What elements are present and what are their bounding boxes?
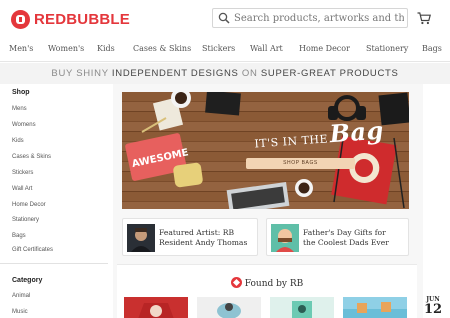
sidebar-item-womens[interactable]: Womens <box>12 122 36 128</box>
nav-item-womens[interactable]: Women's <box>48 44 84 53</box>
fathers-day-card[interactable]: Father's Day Gifts for the Coolest Dads … <box>266 218 409 256</box>
sidebar-divider <box>0 263 108 264</box>
sidebar-item-mens[interactable]: Mens <box>12 106 27 112</box>
sidebar-item-cases-skins[interactable]: Cases & Skins <box>12 154 51 160</box>
sidebar-item-wall-art[interactable]: Wall Art <box>12 186 32 192</box>
fathers-day-line1: Father's Day Gifts for <box>303 228 386 237</box>
tagline-part-2: INDEPENDENT DESIGNS <box>111 68 239 79</box>
date-badge: JUN 12 <box>423 296 443 316</box>
redbubble-heart-icon <box>230 277 242 288</box>
cart-icon[interactable] <box>417 12 431 25</box>
fathers-day-illustration <box>271 224 299 252</box>
site-header: REDBUBBLE <box>0 0 450 38</box>
search-icon[interactable] <box>218 12 230 24</box>
product-thumb-3-image <box>270 297 334 318</box>
product-thumb-4-image <box>343 297 407 318</box>
found-by-rb-section: Found by RB <box>117 264 417 318</box>
nav-item-stationery[interactable]: Stationery <box>366 44 408 53</box>
hero-title-small: IT'S IN THE <box>254 132 329 151</box>
hero-title-big: Bag <box>328 115 385 149</box>
sidebar-item-animal[interactable]: Animal <box>12 293 30 299</box>
category-nav: Men's Women's Kids Cases & Skins Sticker… <box>0 38 450 62</box>
hero-banner[interactable]: AWESOME IT'S IN THEBag SHOP BAGS <box>122 92 409 209</box>
sidebar-heading-shop: Shop <box>12 89 30 96</box>
fathers-day-text: Father's Day Gifts for the Coolest Dads … <box>303 228 389 247</box>
sidebar-item-home-decor[interactable]: Home Decor <box>12 202 46 208</box>
found-by-rb-title: Found by RB <box>117 277 417 289</box>
product-thumb-2-image <box>197 297 261 318</box>
artist-portrait <box>127 224 155 252</box>
featured-artist-card[interactable]: Featured Artist: RB Resident Andy Thomas <box>122 218 258 256</box>
redbubble-logo[interactable]: REDBUBBLE <box>11 10 130 29</box>
search-box[interactable] <box>212 8 408 28</box>
product-thumb-1-image <box>124 297 188 318</box>
nav-item-mens[interactable]: Men's <box>9 44 33 53</box>
sidebar-item-stationery[interactable]: Stationery <box>12 217 39 223</box>
tagline-banner: BUY SHINY INDEPENDENT DESIGNS ON SUPER-G… <box>0 63 450 84</box>
sidebar-heading-category: Category <box>12 277 43 284</box>
sidebar-item-kids[interactable]: Kids <box>12 138 24 144</box>
tagline-part-3: ON <box>238 68 261 79</box>
sidebar-item-stickers[interactable]: Stickers <box>12 170 33 176</box>
date-day: 12 <box>423 302 443 317</box>
nav-item-kids[interactable]: Kids <box>97 44 115 53</box>
sidebar-item-gift-certificates[interactable]: Gift Certificates <box>12 247 53 253</box>
search-input[interactable] <box>234 12 404 24</box>
product-thumb-1[interactable] <box>124 297 188 318</box>
shop-bags-button[interactable]: SHOP BAGS <box>246 158 355 169</box>
product-thumb-4[interactable] <box>343 297 407 318</box>
featured-artist-text: Featured Artist: RB Resident Andy Thomas <box>159 228 247 247</box>
sidebar: Shop Mens Womens Kids Cases & Skins Stic… <box>0 84 108 318</box>
nav-item-cases-skins[interactable]: Cases & Skins <box>133 44 191 53</box>
tagline-part-1: BUY SHINY <box>51 68 112 79</box>
brand-name: REDBUBBLE <box>34 11 130 28</box>
nav-item-bags[interactable]: Bags <box>422 44 442 53</box>
featured-artist-line1: Featured Artist: RB <box>159 228 235 237</box>
nav-item-wall-art[interactable]: Wall Art <box>250 44 283 53</box>
nav-item-stickers[interactable]: Stickers <box>202 44 235 53</box>
featured-artist-line2: Resident Andy Thomas <box>159 237 248 247</box>
tagline-part-4: SUPER-GREAT PRODUCTS <box>260 68 399 79</box>
product-thumb-2[interactable] <box>197 297 261 318</box>
nav-item-home-decor[interactable]: Home Decor <box>299 44 350 53</box>
product-thumb-3[interactable] <box>270 297 334 318</box>
redbubble-logo-icon <box>11 10 30 29</box>
fathers-day-line2: the Coolest Dads Ever <box>303 237 389 247</box>
found-by-rb-label: Found by RB <box>244 279 304 289</box>
sidebar-item-bags[interactable]: Bags <box>12 233 26 239</box>
sidebar-item-music[interactable]: Music <box>12 309 28 315</box>
